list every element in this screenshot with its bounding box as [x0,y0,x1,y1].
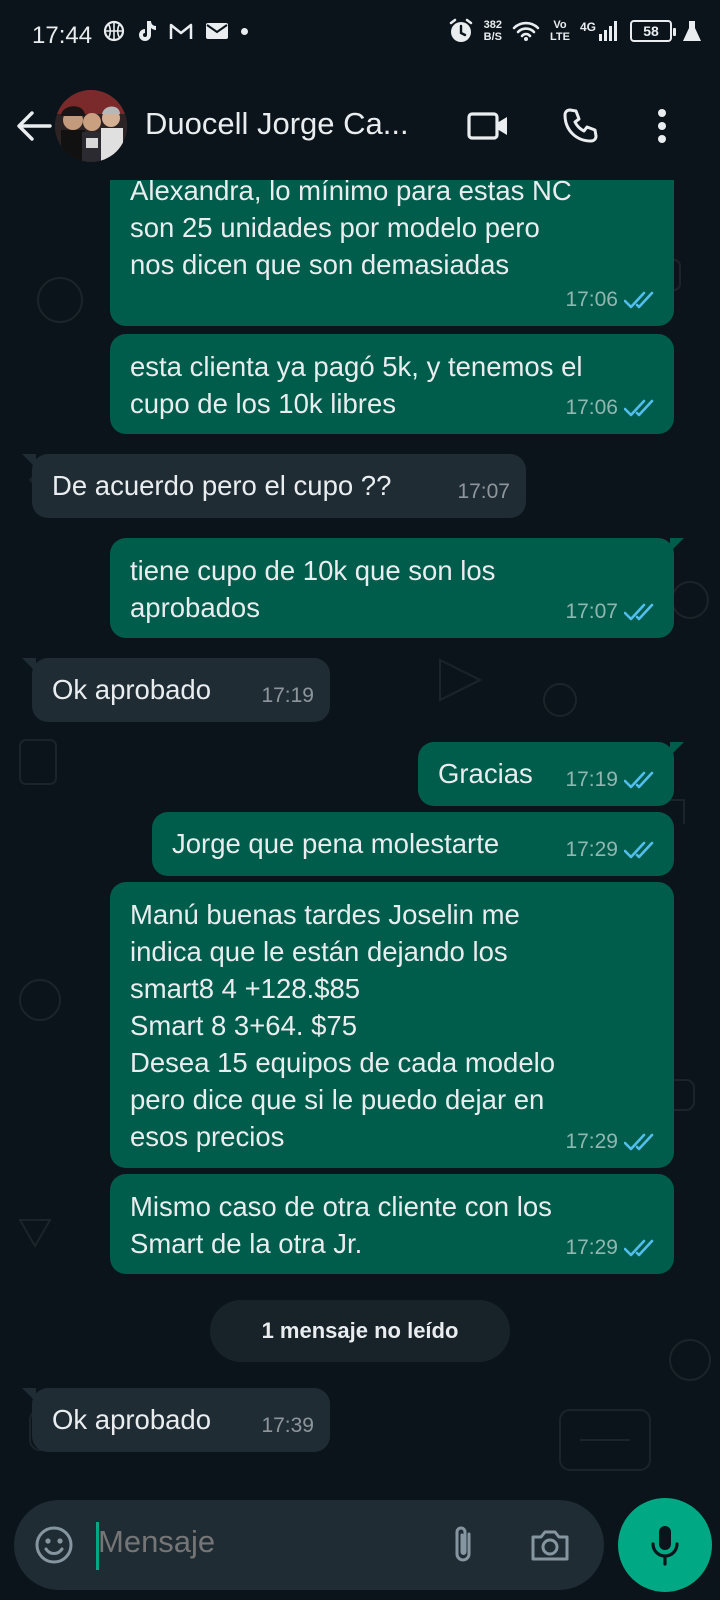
avatar-photo [55,90,127,162]
tiktok-icon [139,21,156,41]
back-arrow-icon [17,111,52,141]
message-outgoing[interactable]: Manú buenas tardes Joselin me indica que… [110,882,674,1168]
message-meta: 17:29 [565,1229,658,1266]
message-time: 17:07 [565,600,618,623]
message-text: Manú buenas tardes Joselin me indica que… [130,899,556,1152]
bubble-tail [670,742,684,756]
bubble-tail [22,454,36,468]
attach-button[interactable] [440,1521,488,1569]
emoji-icon [35,1526,73,1564]
gmail-icon [169,23,193,39]
status-bar: 17:44 382 B/S Vo LTE 4G 58 [0,0,720,72]
bubble-tail [22,658,36,672]
message-incoming[interactable]: Ok aprobado 17:39 [22,1388,330,1452]
message-outgoing[interactable]: Mismo caso de otra cliente con los Smart… [110,1174,674,1274]
more-vert-icon [658,109,666,143]
message-text: Alexandra, lo mínimo para estas NC son 2… [130,180,572,280]
mail-icon [206,23,228,39]
double-check-read-icon [624,291,654,308]
volte-indicator: Vo LTE [550,19,570,43]
message-time: 17:29 [565,1236,618,1259]
message-incoming[interactable]: Ok aprobado 17:19 [22,658,330,722]
message-time: 17:06 [565,288,618,311]
system-icons: 382 B/S Vo LTE 4G 58 [448,18,702,44]
back-button[interactable] [14,106,54,146]
message-outgoing[interactable]: tiene cupo de 10k que son los aprobados … [110,538,684,638]
double-check-read-icon [624,1239,654,1256]
message-meta: 17:29 [565,831,658,868]
signal-strength-icon [599,21,617,41]
double-check-read-icon [624,1133,654,1150]
voice-call-button[interactable] [556,102,604,150]
message-outgoing[interactable]: esta clienta ya pagó 5k, y tenemos el cu… [110,334,674,434]
whatsapp-chat-screen: 17:44 382 B/S Vo LTE 4G 58 Duocell Jorge… [0,0,720,1600]
message-incoming[interactable]: De acuerdo pero el cupo ?? 17:07 [22,454,526,518]
message-meta: 17:19 [261,677,314,714]
paperclip-icon [455,1526,471,1562]
double-check-read-icon [624,841,654,858]
volte-top: Vo [553,19,567,31]
message-text: De acuerdo pero el cupo ?? [52,470,392,501]
message-meta: 17:06 [565,389,658,426]
notification-icons [103,20,248,42]
alarm-icon [449,18,472,42]
message-meta: 17:19 [565,761,658,798]
volte-bottom: LTE [550,31,570,43]
camera-button[interactable] [526,1521,574,1569]
chat-message-list[interactable]: Alexandra, lo mínimo para estas NC son 2… [0,180,720,1490]
net-speed-value: 382 [483,19,503,31]
double-check-read-icon [624,603,654,620]
wifi-icon [512,21,540,41]
message-time: 17:29 [565,838,618,861]
network-type: 4G [579,20,596,34]
message-input[interactable] [98,1524,438,1560]
basketball-icon [103,20,125,42]
emoji-button[interactable] [30,1521,78,1569]
message-time: 17:39 [261,1414,314,1437]
flask-icon [683,21,701,41]
unread-messages-divider: 1 mensaje no leído [210,1300,510,1362]
camera-icon [531,1530,569,1561]
message-outgoing[interactable]: Alexandra, lo mínimo para estas NC son 2… [110,180,674,326]
contact-name[interactable]: Duocell Jorge Ca... [145,106,445,142]
message-time: 17:19 [565,768,618,791]
more-options-button[interactable] [638,102,686,150]
battery-level: 58 [643,23,659,39]
bubble-tail [22,1388,36,1402]
net-speed: 382 B/S [484,19,502,43]
message-outgoing[interactable]: Gracias 17:19 [418,742,684,806]
voice-message-button[interactable] [618,1498,712,1592]
message-meta: 17:07 [457,473,510,510]
message-input-container[interactable] [14,1500,604,1590]
chat-header: Duocell Jorge Ca... [0,72,720,180]
bubble-tail [670,538,684,552]
message-time: 17:07 [457,480,510,503]
message-meta: 17:29 [565,1123,658,1160]
message-meta: 17:07 [565,593,658,630]
contact-avatar[interactable] [55,90,127,162]
message-time: 17:29 [565,1130,618,1153]
signal-group: 4G [580,20,620,42]
battery-indicator: 58 [630,20,676,42]
status-time: 17:44 [32,22,93,49]
message-outgoing[interactable]: Jorge que pena molestarte 17:29 [152,812,674,876]
phone-call-icon [563,108,598,143]
message-meta: 17:39 [261,1407,314,1444]
message-meta: 17:06 [565,281,658,318]
message-time: 17:06 [565,396,618,419]
microphone-icon [651,1526,679,1566]
composer-bar [0,1490,720,1600]
message-time: 17:19 [261,684,314,707]
more-notifications-dot [241,27,248,35]
video-call-button[interactable] [464,102,512,150]
video-call-icon [467,112,507,140]
double-check-read-icon [624,771,654,788]
net-speed-unit: B/S [483,31,502,43]
double-check-read-icon [624,399,654,416]
